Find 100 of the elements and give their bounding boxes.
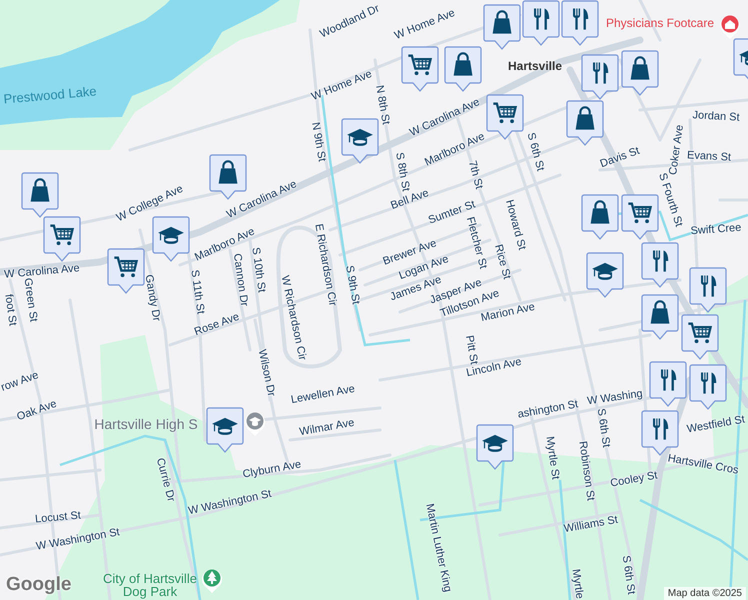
street-label: Green St [22, 277, 38, 323]
map-pin[interactable] [561, 0, 599, 46]
map-pin[interactable] [641, 242, 679, 288]
street-label: Martin Luther King [423, 502, 453, 594]
street-label: Wilson Dr [256, 348, 276, 398]
street-label: Swift Cree [690, 222, 742, 238]
street-label: Myrtle [569, 568, 585, 600]
map-pin[interactable] [621, 50, 659, 96]
map-pin[interactable] [566, 100, 604, 146]
map-pin[interactable] [483, 4, 521, 50]
fork-knife-icon [534, 8, 550, 30]
street-label: N 8th St [373, 84, 391, 126]
shopping-bag-icon [218, 160, 238, 184]
place-label: Hartsville High S [94, 417, 198, 431]
map-pin[interactable] [681, 314, 719, 360]
street-label: S 6th St [524, 132, 546, 172]
town-label: Hartsville [508, 60, 562, 72]
street-label: S 10th St [249, 246, 267, 294]
street-label: Clyburn Ave [242, 459, 302, 481]
street-label: Locust St [34, 510, 82, 526]
cart-icon [408, 54, 432, 76]
street-label: W Home Ave [393, 8, 457, 42]
street-label: E Richardson Cir [312, 223, 338, 307]
street-label: Cooley St [610, 470, 658, 490]
street-label: W Richardson Cir [278, 274, 308, 362]
shopping-bag-icon [454, 52, 472, 76]
street-label: Westfield St [686, 414, 746, 436]
map-pin[interactable] [401, 46, 439, 92]
street-label: S 6th St [620, 554, 636, 596]
street-label: Lewellen Ave [290, 384, 356, 406]
place-label: Physicians Footcare [606, 17, 714, 29]
graduation-cap-icon [482, 434, 508, 452]
street-label: Wilmar Ave [298, 418, 356, 438]
map-pin[interactable] [586, 252, 624, 298]
shopping-bag-icon [492, 10, 512, 34]
fork-knife-icon [653, 250, 668, 272]
map-pin[interactable] [581, 194, 619, 240]
street-label: Robinson St [576, 440, 596, 502]
shopping-bag-icon [630, 56, 650, 80]
water-label: Prestwood Lake [3, 84, 97, 106]
street-label: S 11th St [188, 269, 206, 315]
map-pin[interactable] [581, 54, 619, 100]
fork-knife-icon [701, 276, 716, 297]
graduation-cap-icon [212, 418, 238, 435]
map-pin[interactable] [649, 361, 687, 407]
map-pin[interactable] [444, 46, 482, 92]
map-logo: Google [6, 574, 72, 596]
street-label: S 9th St [343, 264, 361, 306]
map-pin[interactable] [152, 216, 190, 262]
map-pin[interactable] [689, 364, 727, 410]
street-label: 7th St [466, 160, 484, 190]
map-pin[interactable] [641, 294, 679, 340]
street-label: W Washing [586, 388, 644, 408]
graduation-cap-icon [739, 48, 748, 66]
graduation-cap-icon [158, 226, 184, 244]
shopping-bag-icon [590, 200, 610, 224]
map-pin[interactable] [341, 118, 379, 164]
street-label: ashington St [516, 399, 580, 421]
shopping-bag-icon [650, 300, 670, 324]
hospital-icon[interactable] [719, 13, 741, 40]
place-label: City of Hartsville Dog Park [102, 572, 198, 598]
map-pin[interactable] [486, 94, 524, 140]
map-pin[interactable] [21, 172, 59, 218]
shopping-bag-icon [30, 178, 50, 202]
map-pin[interactable] [641, 410, 679, 456]
street-label: Marion Ave [480, 302, 536, 324]
street-label: Oak Ave [16, 398, 58, 424]
cart-icon [114, 256, 138, 278]
street-label: W Washington St [35, 527, 121, 553]
graduation-cap-icon[interactable] [244, 410, 266, 437]
map-pin[interactable] [522, 0, 560, 46]
graduation-cap-icon [592, 262, 618, 280]
street-label: Cannon Dr [230, 252, 250, 308]
street-label: Coker Ave [668, 124, 686, 176]
street-label: Pitt St [463, 334, 479, 366]
street-label: S 6th St [594, 408, 612, 448]
fork-knife-icon [653, 418, 668, 440]
street-label: W Washington St [188, 488, 272, 518]
fork-knife-icon [661, 370, 676, 391]
map-pin[interactable] [43, 216, 81, 262]
street-label: Fletcher St [464, 216, 488, 270]
graduation-cap-icon [347, 128, 373, 146]
map-pin[interactable] [621, 194, 659, 240]
street-label: Davis St [598, 146, 642, 170]
cart-icon [628, 202, 652, 224]
street-label: N 9th St [309, 121, 327, 163]
street-label: Jordan St [692, 110, 740, 124]
street-label: W Home Ave [310, 68, 374, 104]
map-pin[interactable] [107, 248, 145, 294]
tree-icon[interactable] [201, 567, 223, 594]
attribution-text: Map data ©2025 [664, 587, 746, 600]
map-pin[interactable] [206, 407, 244, 453]
fork-knife-icon [701, 372, 716, 394]
street-label: row Ave [0, 370, 40, 394]
street-label: Gandy Dr [142, 274, 162, 322]
street-label: foot St [2, 294, 18, 326]
street-map[interactable] [0, 0, 748, 600]
cart-icon [50, 224, 74, 246]
street-label: Currie Dr [154, 457, 176, 503]
fork-knife-icon [593, 62, 608, 84]
